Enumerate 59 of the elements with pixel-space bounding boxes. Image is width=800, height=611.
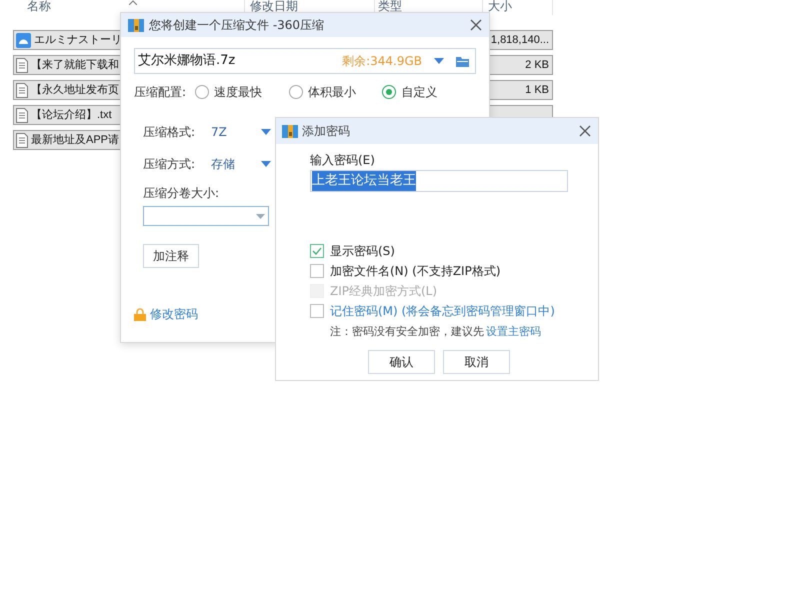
- format-value[interactable]: 7Z: [211, 123, 261, 141]
- sort-caret-icon: [129, 0, 137, 5]
- field-label: 压缩格式:: [143, 124, 196, 141]
- text-file-icon: [16, 82, 28, 98]
- column-header[interactable]: 修改日期: [250, 0, 298, 13]
- field-label: 输入密码(E): [310, 153, 375, 167]
- split-size-dropdown[interactable]: [143, 206, 269, 226]
- checkbox-label[interactable]: 记住密码(M) (将会备忘到密码管理窗口中): [330, 302, 555, 320]
- text-file-icon: [16, 58, 28, 72]
- folder-icon[interactable]: [456, 56, 469, 66]
- text-file-icon: [16, 132, 28, 148]
- dropdown-caret-icon[interactable]: [256, 214, 265, 218]
- file-size: 1,818,140...: [490, 32, 549, 48]
- field-label: 压缩方式:: [143, 156, 196, 173]
- checkbox[interactable]: [310, 244, 324, 258]
- close-icon[interactable]: [579, 125, 591, 137]
- radio-button[interactable]: [195, 85, 210, 99]
- file-name: 【论坛介绍】.txt: [31, 108, 112, 123]
- file-size: 2 KB: [525, 58, 549, 73]
- file-name: エルミナストーリ: [34, 32, 122, 48]
- radio-label[interactable]: 速度最快: [214, 83, 262, 101]
- dropdown-caret-icon[interactable]: [261, 161, 271, 167]
- lock-icon: [134, 308, 146, 320]
- checkbox-label[interactable]: 加密文件名(N) (不支持ZIP格式): [330, 262, 501, 280]
- window-title: 您将创建一个压缩文件 -360压缩: [149, 17, 324, 34]
- dropdown-caret-icon[interactable]: [434, 58, 444, 64]
- column-header[interactable]: 名称: [27, 0, 51, 13]
- column-header[interactable]: 类型: [378, 0, 402, 13]
- path-field[interactable]: 艾尔米娜物语.7z 剩余:344.9GB: [134, 48, 476, 74]
- radio-button[interactable]: [382, 85, 396, 99]
- method-value[interactable]: 存储: [211, 155, 261, 173]
- column-header[interactable]: 大小: [488, 0, 512, 13]
- radio-label[interactable]: 自定义: [401, 83, 438, 101]
- password-field[interactable]: 上老王论坛当老王: [310, 170, 568, 192]
- set-master-password-link[interactable]: 设置主密码: [486, 324, 541, 340]
- app-icon: [16, 32, 31, 48]
- free-space: 剩余:344.9GB: [342, 53, 422, 70]
- window-title: 添加密码: [302, 123, 350, 140]
- close-icon[interactable]: [470, 19, 482, 31]
- note-text: 注：密码没有安全加密，建议先: [330, 324, 484, 340]
- dialog-button[interactable]: 取消: [443, 350, 510, 374]
- checkbox[interactable]: [310, 304, 324, 318]
- checkbox[interactable]: [310, 264, 324, 278]
- file-name: 【永久地址发布页: [31, 82, 119, 98]
- archive-icon: [282, 123, 298, 139]
- dialog-button[interactable]: 确认: [368, 350, 435, 374]
- archive-icon: [128, 17, 144, 33]
- dropdown-caret-icon[interactable]: [261, 129, 271, 135]
- text-file-icon: [16, 108, 28, 122]
- checkbox-label[interactable]: 显示密码(S): [330, 242, 395, 260]
- change-password-link[interactable]: 修改密码: [150, 305, 198, 323]
- radio-button[interactable]: [288, 85, 303, 99]
- file-size: 1 KB: [525, 82, 549, 98]
- file-name: 【来了就能下载和: [31, 58, 119, 73]
- field-label: 压缩配置:: [134, 84, 188, 101]
- file-name: 最新地址及APP请: [31, 132, 120, 148]
- add-comment-button[interactable]: 加注释: [143, 244, 199, 268]
- radio-label[interactable]: 体积最小: [308, 83, 356, 101]
- field-label: 压缩分卷大小:: [143, 186, 220, 200]
